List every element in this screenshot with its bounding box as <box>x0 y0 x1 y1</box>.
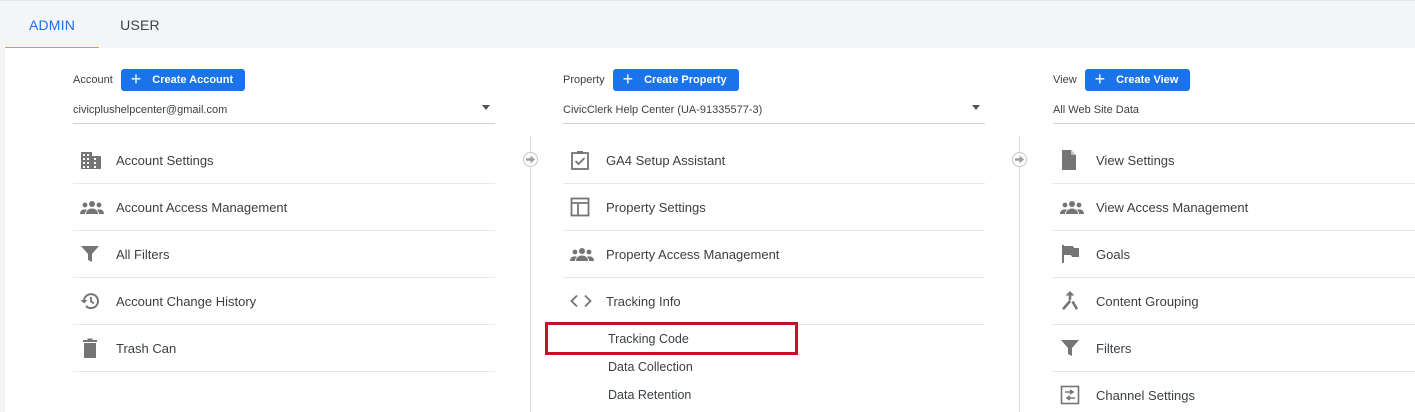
document-icon <box>1053 150 1096 170</box>
column-divider <box>1019 136 1020 412</box>
sub-item-tracking-code[interactable]: Tracking Code <box>563 325 985 353</box>
menu-item-tracking-info[interactable]: Tracking Info <box>563 278 985 325</box>
admin-panel: Account + Create Account civicplushelpce… <box>5 48 1415 412</box>
people-icon <box>1053 200 1096 214</box>
merge-icon <box>1053 291 1096 311</box>
create-property-button[interactable]: + Create Property <box>612 69 739 91</box>
dropdown-caret-icon <box>482 105 490 110</box>
view-selector[interactable]: All Web Site Data <box>1053 100 1415 124</box>
create-view-button[interactable]: + Create View <box>1084 69 1191 91</box>
menu-item-property-access-management[interactable]: Property Access Management <box>563 231 985 278</box>
channel-icon <box>1053 385 1096 405</box>
view-selected-value: All Web Site Data <box>1053 104 1140 116</box>
create-property-label: Create Property <box>644 74 727 86</box>
menu-item-trash-can[interactable]: Trash Can <box>73 325 495 372</box>
menu-item-property-settings[interactable]: Property Settings <box>563 184 985 231</box>
tab-bar: ADMIN USER <box>0 0 1415 49</box>
menu-item-account-change-history[interactable]: Account Change History <box>73 278 495 325</box>
menu-item-label: GA4 Setup Assistant <box>606 152 726 168</box>
plus-icon: + <box>1094 69 1106 89</box>
menu-item-account-settings[interactable]: Account Settings <box>73 137 495 184</box>
create-account-label: Create Account <box>152 74 234 86</box>
account-label: Account <box>73 74 113 86</box>
menu-item-goals[interactable]: Goals <box>1053 231 1415 278</box>
menu-item-label: View Access Management <box>1096 199 1249 215</box>
people-icon <box>73 200 116 214</box>
menu-item-label: Account Settings <box>116 152 214 168</box>
code-icon <box>563 294 606 308</box>
building-icon <box>73 150 116 170</box>
menu-item-label: Channel Settings <box>1096 387 1196 403</box>
arrow-right-icon <box>1012 152 1027 167</box>
clipboard-check-icon <box>563 150 606 170</box>
property-menu: GA4 Setup Assistant Property Settings Pr… <box>563 137 985 409</box>
filter-icon <box>73 245 116 263</box>
menu-item-filters[interactable]: Filters <box>1053 325 1415 372</box>
menu-item-label: Filters <box>1096 340 1132 356</box>
create-view-label: Create View <box>1116 74 1179 86</box>
column-divider <box>530 136 531 412</box>
people-icon <box>563 247 606 261</box>
property-selector[interactable]: CivicClerk Help Center (UA-91335577-3) <box>563 100 985 124</box>
view-menu: View Settings View Access Management Goa… <box>1053 137 1415 412</box>
account-selector[interactable]: civicplushelpcenter@gmail.com <box>73 100 495 124</box>
layout-icon <box>563 197 606 217</box>
account-selected-value: civicplushelpcenter@gmail.com <box>73 104 228 116</box>
menu-item-label: Account Change History <box>116 293 257 309</box>
create-account-button[interactable]: + Create Account <box>120 69 246 91</box>
history-icon <box>73 292 116 310</box>
menu-item-label: Account Access Management <box>116 199 288 215</box>
menu-item-label: All Filters <box>116 246 170 262</box>
filter-icon <box>1053 339 1096 357</box>
dropdown-caret-icon <box>972 105 980 110</box>
menu-item-label: View Settings <box>1096 152 1175 168</box>
sub-item-label: Data Retention <box>608 388 692 402</box>
account-menu: Account Settings Account Access Manageme… <box>73 137 495 372</box>
trash-icon <box>73 338 116 358</box>
flag-icon <box>1053 244 1096 264</box>
sub-item-data-retention[interactable]: Data Retention <box>563 381 985 409</box>
view-label: View <box>1053 74 1077 86</box>
menu-item-account-access-management[interactable]: Account Access Management <box>73 184 495 231</box>
property-selected-value: CivicClerk Help Center (UA-91335577-3) <box>563 104 763 116</box>
menu-item-all-filters[interactable]: All Filters <box>73 231 495 278</box>
sub-item-label: Tracking Code <box>608 332 689 346</box>
menu-item-ga4-setup-assistant[interactable]: GA4 Setup Assistant <box>563 137 985 184</box>
tab-user[interactable]: USER <box>105 1 175 49</box>
menu-item-label: Trash Can <box>116 340 177 356</box>
sub-item-data-collection[interactable]: Data Collection <box>563 353 985 381</box>
arrow-right-icon <box>523 152 538 167</box>
menu-item-content-grouping[interactable]: Content Grouping <box>1053 278 1415 325</box>
menu-item-view-settings[interactable]: View Settings <box>1053 137 1415 184</box>
tab-admin[interactable]: ADMIN <box>5 1 99 49</box>
menu-item-label: Property Settings <box>606 199 706 215</box>
menu-item-label: Tracking Info <box>606 293 681 309</box>
property-label: Property <box>563 74 605 86</box>
plus-icon: + <box>622 69 634 89</box>
menu-item-view-access-management[interactable]: View Access Management <box>1053 184 1415 231</box>
menu-item-label: Goals <box>1096 246 1130 262</box>
menu-item-channel-settings[interactable]: Channel Settings <box>1053 372 1415 412</box>
menu-item-label: Property Access Management <box>606 246 780 262</box>
plus-icon: + <box>130 69 142 89</box>
menu-item-label: Content Grouping <box>1096 293 1199 309</box>
sub-item-label: Data Collection <box>608 360 693 374</box>
